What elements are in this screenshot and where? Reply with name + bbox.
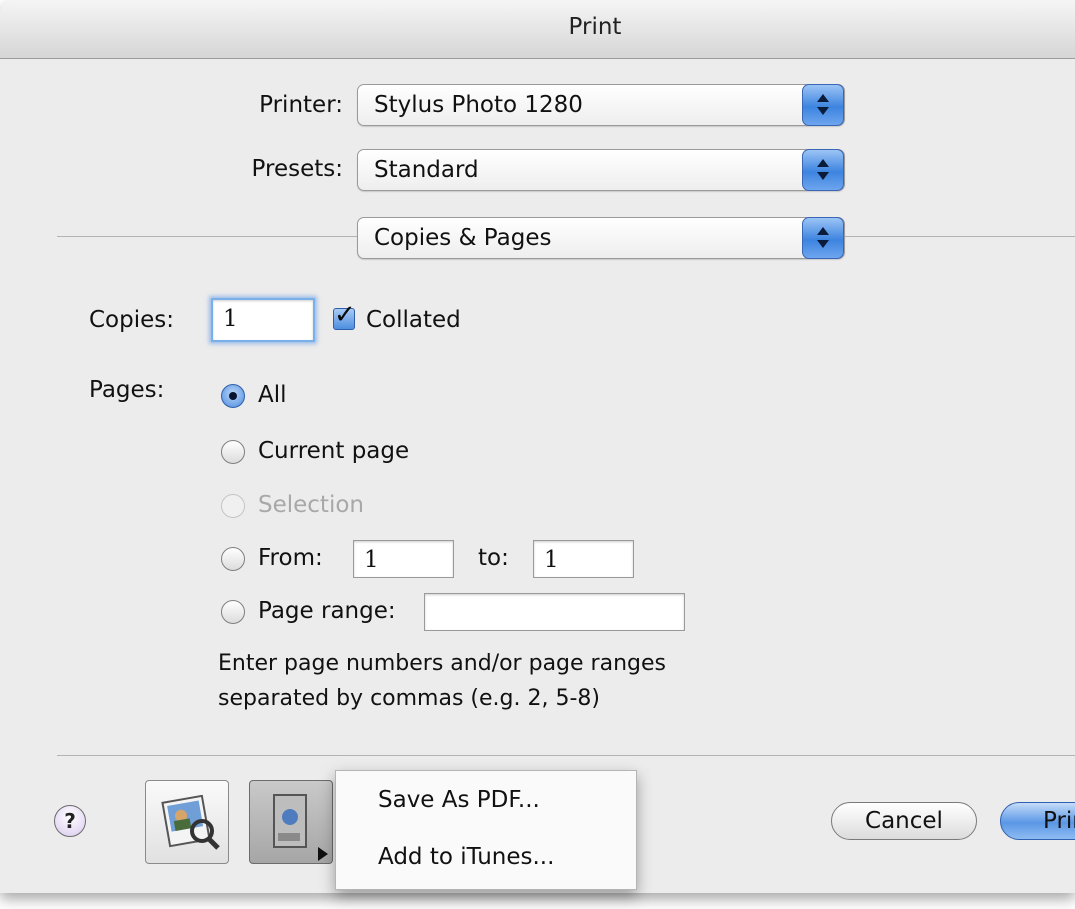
preview-icon xyxy=(161,794,220,850)
radio-all-label: All xyxy=(258,382,287,408)
from-field[interactable]: 1 xyxy=(353,540,454,578)
pdf-button[interactable] xyxy=(249,780,333,864)
pages-label: Pages: xyxy=(89,377,165,403)
radio-from-label: From: xyxy=(258,545,323,571)
radio-current-page-label: Current page xyxy=(258,438,410,464)
print-button[interactable]: Print xyxy=(1000,802,1075,840)
panel-value: Copies & Pages xyxy=(374,225,552,251)
to-field[interactable]: 1 xyxy=(533,540,634,578)
pdf-document-icon xyxy=(273,794,328,861)
radio-page-range[interactable] xyxy=(221,600,245,624)
printer-popup[interactable]: Stylus Photo 1280 xyxy=(357,84,845,126)
copies-label: Copies: xyxy=(89,307,175,333)
radio-selection-label: Selection xyxy=(258,492,364,518)
page-range-field[interactable] xyxy=(424,593,685,631)
popup-arrows-icon xyxy=(802,217,844,259)
radio-page-range-label: Page range: xyxy=(258,598,396,624)
presets-value: Standard xyxy=(374,157,479,183)
print-dialog: Print Printer: Stylus Photo 1280 Presets… xyxy=(0,0,1075,893)
panel-popup[interactable]: Copies & Pages xyxy=(357,217,845,259)
menu-item-add-to-itunes[interactable]: Add to iTunes... xyxy=(378,844,554,870)
menu-item-save-as-pdf[interactable]: Save As PDF... xyxy=(378,787,540,813)
collated-label: Collated xyxy=(366,307,461,333)
radio-selection xyxy=(221,494,245,518)
presets-label: Presets: xyxy=(251,156,343,182)
preview-button[interactable] xyxy=(145,780,229,864)
popup-arrows-icon xyxy=(802,149,844,191)
checkmark-icon: ✓ xyxy=(334,300,356,330)
cancel-button[interactable]: Cancel xyxy=(831,802,977,840)
hint-line-2: separated by commas (e.g. 2, 5-8) xyxy=(218,686,600,711)
popup-arrows-icon xyxy=(802,84,844,126)
footer-separator xyxy=(57,755,1075,756)
collated-checkbox[interactable]: ✓ xyxy=(333,300,356,330)
radio-from[interactable] xyxy=(221,547,245,571)
printer-label: Printer: xyxy=(259,92,343,118)
printer-value: Stylus Photo 1280 xyxy=(374,92,583,118)
title-bar: Print xyxy=(0,0,1075,59)
help-button[interactable]: ? xyxy=(54,805,86,837)
to-label: to: xyxy=(478,545,509,571)
pdf-menu: Save As PDF... Add to iTunes... xyxy=(335,770,637,890)
window-title: Print xyxy=(568,14,622,40)
radio-current-page[interactable] xyxy=(221,440,245,464)
copies-field[interactable]: 1 xyxy=(211,298,315,342)
hint-line-1: Enter page numbers and/or page ranges xyxy=(218,651,666,676)
presets-popup[interactable]: Standard xyxy=(357,149,845,191)
radio-all[interactable] xyxy=(221,384,245,408)
